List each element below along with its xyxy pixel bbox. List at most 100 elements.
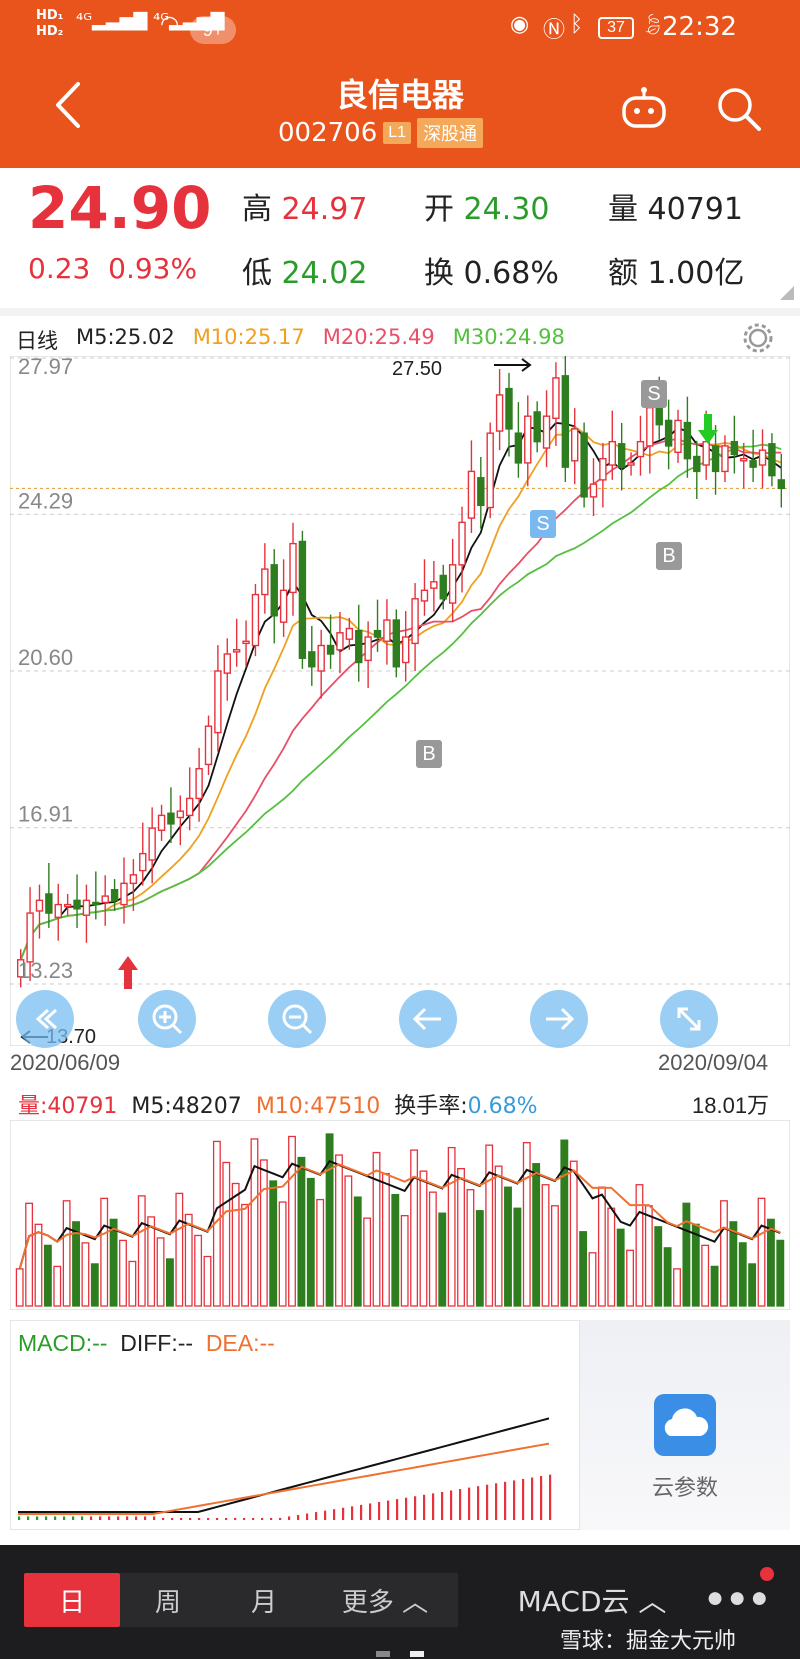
- y-axis-tick-label: 16.91: [18, 802, 73, 827]
- macd-bar: [27, 1516, 30, 1520]
- macd-bar: [180, 1518, 183, 1520]
- tab-more[interactable]: 更多 ︿: [312, 1573, 458, 1627]
- volume-bar: [391, 1193, 400, 1307]
- macd-bar: [54, 1516, 57, 1520]
- y-axis-tick-label: 27.97: [18, 356, 73, 379]
- low-price: 低 24.02: [242, 256, 368, 291]
- tab-week[interactable]: 周: [120, 1573, 216, 1627]
- volume-bar: [363, 1217, 372, 1307]
- robot-icon[interactable]: [620, 86, 668, 130]
- candle-up: [82, 899, 91, 916]
- volume-bar: [729, 1221, 738, 1307]
- candle-down: [617, 443, 626, 468]
- candle-down: [439, 574, 447, 600]
- buy-signal-badge[interactable]: B: [656, 542, 682, 570]
- sell-signal-badge[interactable]: S: [641, 380, 667, 408]
- volume-bar: [166, 1258, 174, 1307]
- macd-bar: [414, 1496, 417, 1520]
- volume-bar: [504, 1186, 512, 1307]
- volume-bar: [560, 1139, 569, 1307]
- candle-down: [533, 411, 541, 443]
- more-dots-icon[interactable]: ●●●: [706, 1581, 772, 1615]
- tab-month[interactable]: 月: [216, 1573, 312, 1627]
- volume-bar: [90, 1263, 99, 1307]
- y-axis-tick-label: 24.29: [18, 488, 73, 513]
- home-indicator: [376, 1651, 390, 1657]
- macd-bar: [297, 1514, 300, 1520]
- macd-bar: [234, 1518, 237, 1520]
- candle-up: [430, 581, 438, 589]
- macd-bar: [81, 1516, 84, 1520]
- volume-bar: [457, 1167, 465, 1307]
- volume-bar: [691, 1223, 700, 1307]
- macd-bar: [432, 1493, 435, 1520]
- stock-code: 002706: [278, 118, 378, 148]
- candle-down: [392, 619, 401, 668]
- collapse-icon[interactable]: [16, 990, 74, 1048]
- candlestick-chart[interactable]: 27.97 24.29 20.60 16.91 13.23: [10, 356, 790, 1046]
- volume-bar: [738, 1242, 747, 1307]
- macd-bar: [261, 1518, 264, 1520]
- macd-chart[interactable]: [10, 1320, 580, 1530]
- volume-bar: [494, 1165, 503, 1307]
- settings-gear-icon[interactable]: [740, 320, 776, 356]
- network-indicator: HD₁ HD₂: [36, 8, 64, 39]
- volume-bar: [513, 1207, 522, 1307]
- candle-up: [289, 542, 297, 594]
- volume-bar: [673, 1268, 681, 1307]
- candle-up: [721, 445, 729, 473]
- macd-bar: [63, 1516, 66, 1520]
- period-label[interactable]: 日线: [16, 325, 58, 355]
- candle-down: [664, 419, 673, 447]
- macd-bar: [459, 1489, 462, 1520]
- macd-bar: [162, 1518, 165, 1520]
- sell-signal-badge[interactable]: S: [530, 510, 556, 538]
- candle-down: [711, 445, 720, 473]
- macd-bar: [405, 1497, 408, 1520]
- open-price: 开 24.30: [424, 192, 550, 227]
- volume-bar: [757, 1197, 766, 1307]
- stock-name: 良信电器: [335, 76, 464, 114]
- scroll-left-icon[interactable]: [399, 990, 457, 1048]
- candle-down: [730, 440, 739, 456]
- buy-signal-badge[interactable]: B: [416, 740, 442, 768]
- zoom-in-icon[interactable]: [138, 990, 196, 1048]
- macd-bar: [90, 1516, 93, 1520]
- macd-bar: [108, 1516, 111, 1520]
- date-start: 2020/06/09: [10, 1050, 121, 1075]
- macd-bar: [117, 1516, 120, 1520]
- macd-bar: [504, 1481, 507, 1520]
- search-icon[interactable]: [716, 86, 762, 132]
- tab-indicator[interactable]: MACD云 ︿: [512, 1573, 672, 1627]
- volume-bar: [100, 1197, 109, 1307]
- zoom-out-icon[interactable]: [268, 990, 326, 1048]
- candle-down: [514, 432, 523, 464]
- fullscreen-icon[interactable]: [660, 990, 718, 1048]
- volume-bar: [475, 1210, 484, 1307]
- candle-up: [279, 589, 288, 623]
- macd-bar: [486, 1484, 489, 1520]
- scroll-right-icon[interactable]: [530, 990, 588, 1048]
- volume-bar: [551, 1205, 559, 1307]
- cloud-icon[interactable]: [654, 1394, 716, 1456]
- candle-up: [599, 457, 607, 481]
- macd-bar: [18, 1516, 21, 1520]
- clock: 22:32: [662, 12, 737, 42]
- volume-bar: [419, 1170, 428, 1307]
- tab-day[interactable]: 日: [24, 1573, 120, 1627]
- volume-chart[interactable]: [10, 1120, 790, 1310]
- volume-bar: [43, 1244, 52, 1307]
- volume-bar: [720, 1200, 728, 1307]
- nfc-icon: Ⓝ: [543, 18, 566, 43]
- volume-bar: [372, 1151, 381, 1307]
- macd-bar: [198, 1518, 201, 1520]
- candle-up: [176, 810, 185, 819]
- candle-up: [251, 593, 260, 647]
- volume-bar: [353, 1196, 362, 1307]
- cloud-params-panel[interactable]: 云参数: [580, 1320, 790, 1530]
- macd-bar: [306, 1513, 309, 1520]
- volume-bar: [306, 1177, 315, 1307]
- ma5-label: M5:25.02: [76, 325, 175, 349]
- expand-corner-icon[interactable]: [780, 286, 794, 300]
- volume-bar: [15, 1268, 24, 1307]
